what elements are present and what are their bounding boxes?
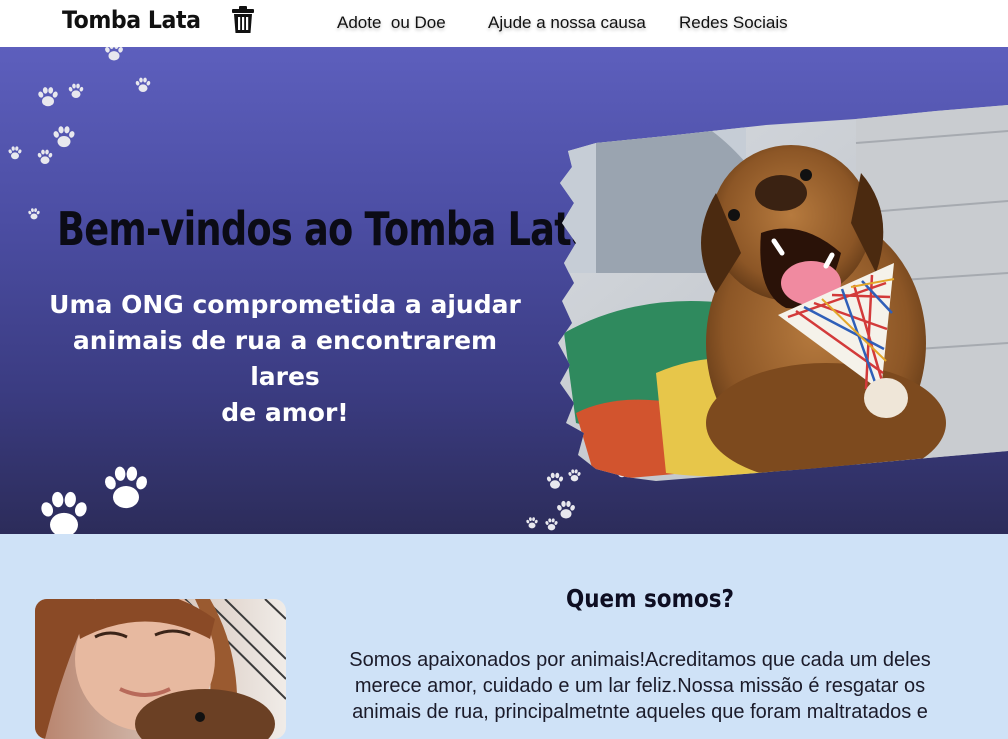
about-section: Quem somos? Somos apaixonados por animai… xyxy=(0,534,1008,739)
dog-with-bandana-photo xyxy=(558,105,1008,481)
about-text-line: merece amor, cuidado e um lar feliz.Noss… xyxy=(354,675,926,697)
about-text-line: animais de rua, principalmetnte aqueles … xyxy=(352,701,928,723)
paw-icon xyxy=(100,462,152,514)
about-title: Quem somos? xyxy=(565,584,735,613)
paw-icon xyxy=(36,148,54,166)
about-text-line: Somos apaixonados por animais!Acreditamo… xyxy=(349,649,931,671)
paw-icon xyxy=(36,85,60,109)
hero-subtitle: Uma ONG comprometida a ajudar animais de… xyxy=(40,287,530,431)
paw-icon xyxy=(7,145,23,161)
hero-subtitle-line: animais de rua a encontrarem lares xyxy=(72,326,498,391)
nav-link-adote-ou-doe[interactable]: Adote ou Doe xyxy=(337,13,446,33)
paw-icon xyxy=(134,76,152,94)
hero-banner: Bem-vindos ao Tomba Lata Uma ONG comprom… xyxy=(0,47,1008,534)
paw-icon xyxy=(525,516,539,530)
paw-icon xyxy=(103,47,125,63)
hero-subtitle-line: Uma ONG comprometida a ajudar xyxy=(49,290,521,319)
paw-icon xyxy=(544,517,559,532)
hero-subtitle-line: de amor! xyxy=(221,398,349,427)
paw-icon xyxy=(36,487,92,534)
about-text: Somos apaixonados por animais!Acreditamo… xyxy=(340,647,940,725)
paw-icon xyxy=(27,207,41,221)
volunteer-with-dog-photo xyxy=(35,599,286,739)
top-navigation-bar: Tomba Lata Adote ou Doe Ajude a nossa ca… xyxy=(0,0,1008,47)
nav-link-ajude-a-causa[interactable]: Ajude a nossa causa xyxy=(488,13,646,33)
nav-link-redes-sociais[interactable]: Redes Sociais xyxy=(679,13,788,33)
paw-icon xyxy=(67,82,85,100)
main-nav: Adote ou Doe Ajude a nossa causa Redes S… xyxy=(0,13,1008,35)
hero-title: Bem-vindos ao Tomba Lata xyxy=(57,202,596,256)
paw-icon xyxy=(51,124,77,150)
